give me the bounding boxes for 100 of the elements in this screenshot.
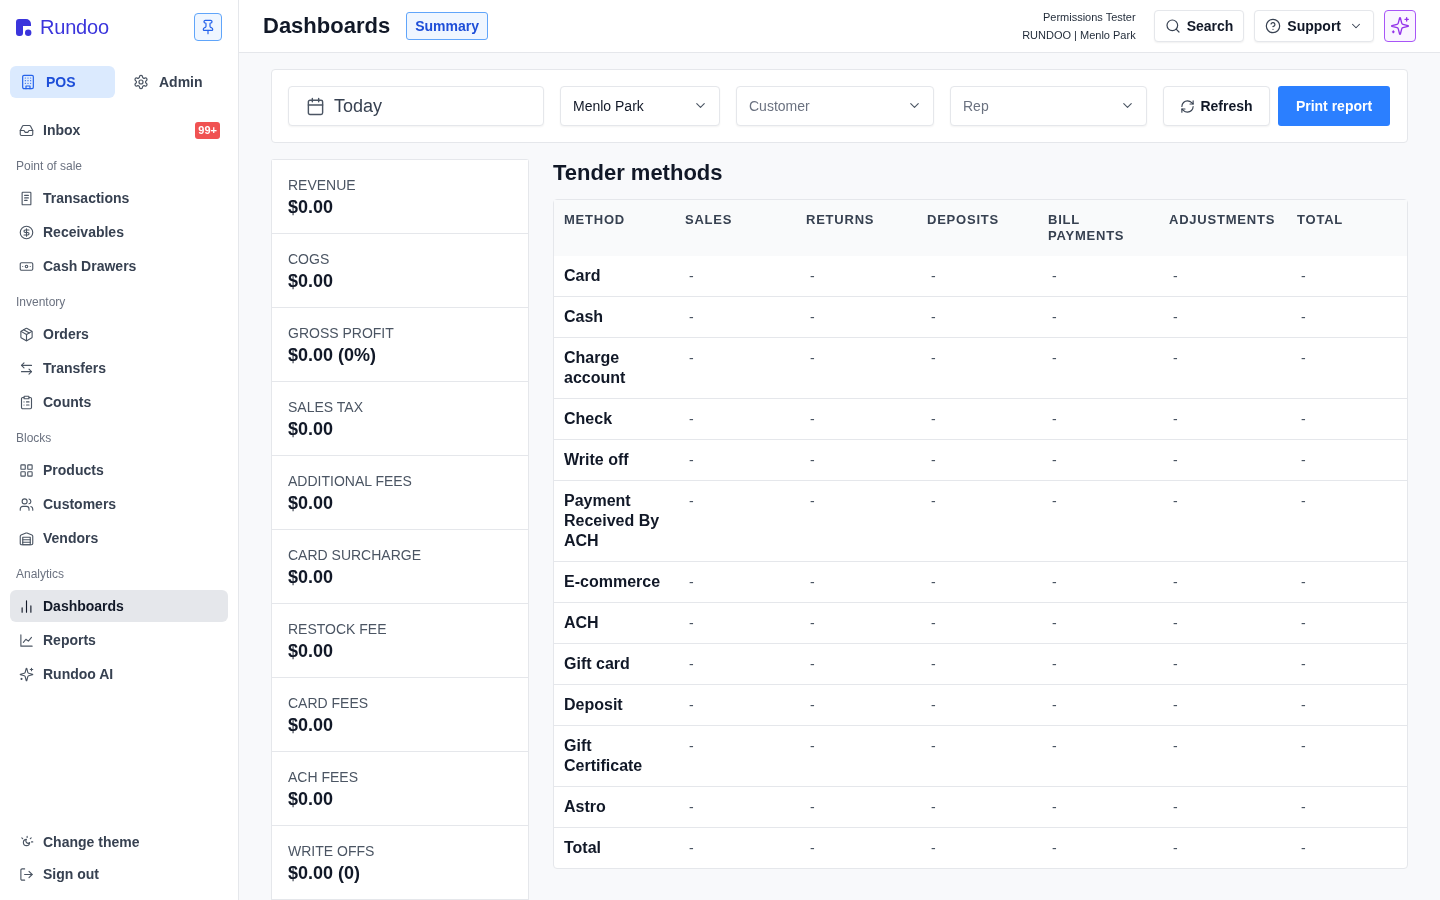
table-cell: - xyxy=(917,296,1038,337)
section-title: Tender methods xyxy=(553,159,724,187)
table-cell: - xyxy=(675,643,796,684)
customer-select[interactable]: Customer xyxy=(736,86,934,126)
row-label: Gift card xyxy=(554,643,675,684)
table-cell: - xyxy=(1159,398,1287,439)
table-cell: - xyxy=(1159,643,1287,684)
stat-value: $0.00 xyxy=(288,196,335,219)
mode-tab[interactable]: POS xyxy=(10,66,115,98)
table-cell: - xyxy=(675,296,796,337)
nav-item[interactable]: Receivables xyxy=(10,216,228,248)
sparkles-icon xyxy=(19,666,34,682)
stat-label: CARD SURCHARGE xyxy=(288,546,422,565)
table-cell: - xyxy=(1038,439,1159,480)
stat-value: $0.00 xyxy=(288,714,335,737)
table-cell: - xyxy=(1159,786,1287,827)
column-header: SALES xyxy=(675,200,796,256)
nav-item[interactable]: Dashboards xyxy=(10,590,228,622)
table-cell: - xyxy=(675,439,796,480)
nav-item[interactable]: Transactions xyxy=(10,182,228,214)
table-cell: - xyxy=(1038,786,1159,827)
table-cell: - xyxy=(675,480,796,561)
sign-out-icon xyxy=(19,866,34,882)
unread-count: 99+ xyxy=(195,121,220,139)
table-cell: - xyxy=(1038,725,1159,786)
table-cell: - xyxy=(796,398,917,439)
table-cell: - xyxy=(796,602,917,643)
stat-label: WRITE OFFS xyxy=(288,842,376,861)
stat-value: $0.00 (0%) xyxy=(288,344,378,367)
table-cell: - xyxy=(796,480,917,561)
print-report-button[interactable]: Print report xyxy=(1278,86,1390,126)
stat-label: SALES TAX xyxy=(288,398,364,417)
mode-tab[interactable]: Admin xyxy=(123,66,228,98)
document-icon xyxy=(19,190,34,206)
table-cell: - xyxy=(1159,684,1287,725)
sparkles-icon xyxy=(1390,16,1410,36)
table-cell: - xyxy=(1038,398,1159,439)
dashboard-type-tag[interactable]: Summary xyxy=(406,12,488,40)
table-cell-text: - xyxy=(1300,267,1307,286)
nav-item[interactable]: Cash Drawers xyxy=(10,250,228,282)
row-label: Cash xyxy=(554,296,675,337)
pin-button[interactable] xyxy=(194,13,222,41)
row-label: Write off xyxy=(554,439,675,480)
nav-item[interactable]: Transfers xyxy=(10,352,228,384)
nav-item[interactable]: Sign out xyxy=(10,858,228,890)
table-cell: - xyxy=(917,439,1038,480)
table-cell: - xyxy=(675,602,796,643)
table-cell: - xyxy=(675,398,796,439)
rep-select[interactable]: Rep xyxy=(950,86,1147,126)
arrows-icon xyxy=(19,360,34,376)
table-cell: - xyxy=(917,337,1038,398)
nav-item[interactable]: Orders xyxy=(10,318,228,350)
stat-label: CARD FEES xyxy=(288,694,370,713)
nav-item[interactable]: Counts xyxy=(10,386,228,418)
dollar-circle-icon xyxy=(19,224,34,240)
search-button[interactable]: Search xyxy=(1153,10,1245,42)
table-cell: - xyxy=(1287,561,1407,602)
section-label: Point of sale xyxy=(16,158,84,175)
location-select[interactable]: Menlo Park xyxy=(560,86,720,126)
stat-label: COGS xyxy=(288,250,331,269)
nav-item[interactable]: Change theme xyxy=(10,826,228,858)
table-cell: - xyxy=(675,684,796,725)
table-cell: - xyxy=(1159,827,1287,868)
table-cell-text: - xyxy=(1051,267,1058,286)
ai-assistant-button[interactable] xyxy=(1384,10,1416,42)
table-cell: - xyxy=(917,398,1038,439)
column-header: DEPOSITS xyxy=(917,200,1038,256)
column-header: METHOD xyxy=(554,200,675,256)
table-cell: - xyxy=(917,480,1038,561)
settings-icon xyxy=(133,74,149,90)
column-header: RETURNS xyxy=(796,200,917,256)
nav-item[interactable]: Reports xyxy=(10,624,228,656)
package-icon xyxy=(19,326,34,342)
table-cell: - xyxy=(675,725,796,786)
nav-item[interactable]: Inbox 99+ xyxy=(10,114,228,146)
table-cell: - xyxy=(1159,725,1287,786)
table-cell: - xyxy=(917,827,1038,868)
table-cell: - xyxy=(1038,296,1159,337)
table-cell: - xyxy=(1287,602,1407,643)
logo-icon xyxy=(16,18,33,36)
table-cell: - xyxy=(1038,684,1159,725)
table-cell-text: - xyxy=(688,267,695,286)
refresh-button[interactable]: Refresh xyxy=(1163,86,1270,126)
date-range-picker[interactable]: Today xyxy=(288,86,544,126)
nav-item[interactable]: Rundoo AI xyxy=(10,658,228,690)
support-button[interactable]: Support xyxy=(1254,10,1374,42)
table-cell: - xyxy=(1159,480,1287,561)
nav-item[interactable]: Products xyxy=(10,454,228,486)
nav-item[interactable]: Customers xyxy=(10,488,228,520)
stat-value: $0.00 xyxy=(288,418,335,441)
table-cell: - xyxy=(796,827,917,868)
stat-label: RESTOCK FEE xyxy=(288,620,388,639)
table-cell: - xyxy=(1159,337,1287,398)
table-cell-text: - xyxy=(1172,267,1179,286)
table-cell: - xyxy=(917,561,1038,602)
table-cell: - xyxy=(1287,480,1407,561)
stat-value: $0.00 xyxy=(288,492,335,515)
table-cell: - xyxy=(1287,398,1407,439)
nav-item[interactable]: Vendors xyxy=(10,522,228,554)
brand-name: Rundoo xyxy=(40,15,109,39)
